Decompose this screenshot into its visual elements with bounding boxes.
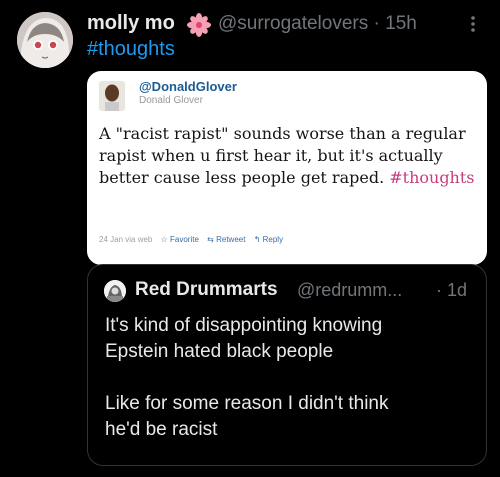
quote-timestamp[interactable]: 1d: [447, 280, 467, 300]
embedded-username: @DonaldGlover: [139, 79, 237, 94]
retweet-action: ⇆ Retweet: [207, 235, 246, 244]
embedded-hashtag: #thoughts: [389, 168, 475, 187]
post-hashtag[interactable]: #thoughts: [87, 38, 175, 61]
post-header: molly mo @surrogatelovers · 15h: [87, 12, 487, 38]
star-icon: ☆: [160, 235, 168, 244]
quoted-post[interactable]: Red Drummarts @redrumm... · 1d It's kind…: [87, 264, 487, 466]
author-handle[interactable]: @surrogatelovers: [218, 13, 368, 34]
reply-icon: ↰: [253, 235, 261, 244]
flower-emoji-icon: [187, 13, 211, 37]
author-handle-line[interactable]: @surrogatelovers · 15h: [218, 13, 417, 35]
favorite-action: ☆ Favorite: [160, 235, 199, 244]
embedded-meta: 24 Jan via web: [99, 235, 153, 244]
retweet-icon: ⇆: [207, 235, 214, 244]
avatar[interactable]: [17, 12, 73, 68]
embedded-footer: 24 Jan via web ☆ Favorite ⇆ Retweet ↰ Re…: [99, 235, 283, 244]
author-name[interactable]: molly mo: [87, 12, 175, 35]
quote-time-line[interactable]: · 1d: [436, 280, 467, 301]
quote-avatar[interactable]: [104, 280, 126, 302]
post-timestamp[interactable]: 15h: [385, 13, 417, 34]
quote-separator: ·: [436, 280, 442, 300]
reply-action: ↰ Reply: [253, 235, 284, 244]
embedded-tweet-image[interactable]: @DonaldGlover Donald Glover A "racist ra…: [87, 71, 487, 265]
quote-author-handle[interactable]: @redrumm...: [297, 280, 402, 301]
embedded-tweet-text: A "racist rapist" sounds worse than a re…: [99, 123, 484, 189]
embedded-avatar: [99, 81, 125, 111]
quote-author-name[interactable]: Red Drummarts: [135, 279, 278, 301]
quote-text: It's kind of disappointing knowing Epste…: [105, 315, 389, 440]
more-options-icon[interactable]: [461, 12, 485, 38]
meta-separator: ·: [373, 13, 380, 34]
embedded-realname: Donald Glover: [139, 95, 203, 106]
